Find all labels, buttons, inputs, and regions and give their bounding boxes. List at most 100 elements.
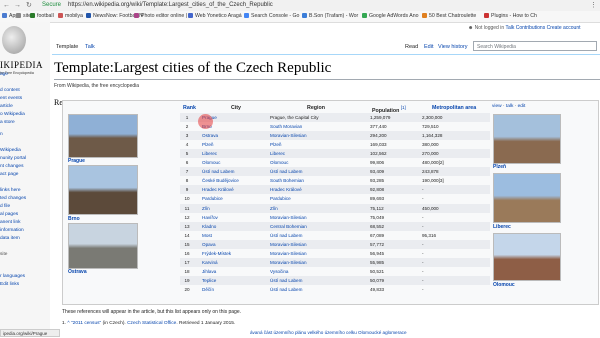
- cell-city-link[interactable]: Frýdek-Místek: [202, 249, 231, 258]
- cell-region[interactable]: South Bohemian: [270, 176, 304, 185]
- cell-region[interactable]: Ústí nad Labem: [270, 167, 302, 176]
- sidebar-link[interactable]: links here: [0, 188, 21, 193]
- sidebar-link[interactable]: nunity portal: [0, 156, 26, 161]
- sidebar-link[interactable]: ted changes: [0, 196, 26, 201]
- city-photo[interactable]: [68, 223, 138, 269]
- cell-region[interactable]: Olomouc: [270, 158, 288, 167]
- back-icon[interactable]: ←: [3, 0, 10, 11]
- cell-region[interactable]: Moravian-Silesian: [270, 240, 307, 249]
- sidebar-link[interactable]: ent events: [0, 96, 22, 101]
- cell-city-link[interactable]: Pardubice: [202, 194, 223, 203]
- tab-view-history[interactable]: View history: [438, 44, 468, 50]
- sidebar-link[interactable]: d file: [0, 204, 10, 209]
- bookmark-item[interactable]: B.Son (Trafam) - Wor: [302, 11, 358, 22]
- cell-city-link[interactable]: Jihlava: [202, 267, 216, 276]
- talk-link[interactable]: talk: [506, 104, 513, 109]
- sidebar-link[interactable]: nt changes: [0, 164, 23, 169]
- cell-city-link[interactable]: Plzeň: [202, 140, 214, 149]
- cell-city-link[interactable]: Ústí nad Labem: [202, 167, 234, 176]
- cell-city-link[interactable]: Most: [202, 231, 212, 240]
- cell-city-link[interactable]: Havířov: [202, 213, 218, 222]
- city-photo-caption[interactable]: Plzeň: [493, 164, 506, 170]
- cell-city-link[interactable]: Teplice: [202, 276, 216, 285]
- cell-region[interactable]: Moravian-Silesian: [270, 258, 307, 267]
- cell-city-link[interactable]: Zlín: [202, 204, 210, 213]
- create-account-link[interactable]: Create account: [547, 25, 581, 31]
- cell-city-link[interactable]: Karviná: [202, 258, 218, 267]
- cell-region[interactable]: Plzeň: [270, 140, 282, 149]
- cell-region[interactable]: Vysočina: [270, 267, 288, 276]
- cell-region[interactable]: Ústí nad Labem: [270, 231, 302, 240]
- bookmark-item[interactable]: Web Yonetico Aragá: [188, 11, 242, 22]
- personal-talk-link[interactable]: Talk: [505, 25, 514, 31]
- city-photo[interactable]: [493, 233, 561, 281]
- sidebar-link[interactable]: article: [0, 104, 13, 109]
- cell-region[interactable]: Zlín: [270, 204, 278, 213]
- reload-icon[interactable]: ↻: [26, 0, 32, 11]
- footnote-link[interactable]: ávaná část územního plánu velkého územní…: [250, 330, 407, 335]
- bookmark-item[interactable]: site: [16, 11, 31, 22]
- cell-city-link[interactable]: Liberec: [202, 149, 217, 158]
- search-input[interactable]: Search Wikipedia: [473, 41, 597, 51]
- sidebar-link[interactable]: act page: [0, 172, 18, 177]
- sidebar-link[interactable]: d content: [0, 88, 20, 93]
- city-photo[interactable]: [68, 165, 138, 215]
- sidebar-link[interactable]: Edit links: [0, 282, 19, 287]
- city-photo-caption[interactable]: Liberec: [493, 224, 511, 230]
- cell-city-link[interactable]: České Budějovice: [202, 176, 239, 185]
- cell-region[interactable]: Moravian-Silesian: [270, 131, 307, 140]
- sidebar-link[interactable]: Wikipedia: [0, 148, 21, 153]
- city-photo[interactable]: [493, 173, 561, 223]
- header-rank[interactable]: Rank: [183, 105, 196, 111]
- sidebar-link[interactable]: al pages: [0, 212, 18, 217]
- bookmark-item[interactable]: mobilya: [58, 11, 83, 22]
- bookmark-item[interactable]: football: [30, 11, 54, 22]
- city-photo-caption[interactable]: Ostrava: [68, 269, 87, 275]
- cell-region[interactable]: Central Bohemian: [270, 222, 307, 231]
- city-photo-caption[interactable]: Prague: [68, 158, 85, 164]
- ref-statistical-office-link[interactable]: Czech Statistical Office: [127, 321, 176, 326]
- bookmark-item[interactable]: Photo editor online |: [134, 11, 187, 22]
- cell-city-link[interactable]: Hradec Králové: [202, 185, 234, 194]
- wikipedia-logo[interactable]: IKIPEDIA he Free Encyclopedia: [0, 26, 50, 86]
- edit-link[interactable]: edit: [518, 104, 526, 109]
- tab-edit[interactable]: Edit: [424, 44, 433, 50]
- forward-icon[interactable]: →: [14, 0, 21, 11]
- sidebar-link[interactable]: n: [0, 132, 3, 137]
- bookmark-item[interactable]: Search Console - Go: [244, 11, 299, 22]
- sidebar-link[interactable]: r languages: [0, 274, 25, 279]
- ref-census-link[interactable]: "2011 census": [71, 321, 101, 326]
- cell-city-link[interactable]: Ostrava: [202, 131, 218, 140]
- menu-icon[interactable]: ⋮: [590, 0, 597, 11]
- tab-template[interactable]: Template: [56, 44, 78, 50]
- header-metro[interactable]: Metropolitan area: [432, 105, 476, 111]
- bookmark-item[interactable]: 50 Best Chatroulette: [422, 11, 476, 22]
- contributions-link[interactable]: Contributions: [516, 25, 545, 31]
- cell-region[interactable]: Moravian-Silesian: [270, 249, 307, 258]
- city-photo-caption[interactable]: Olomouc: [493, 282, 515, 288]
- cell-region[interactable]: Moravian-Silesian: [270, 213, 307, 222]
- bookmark-item[interactable]: Google AdWords Ano: [362, 11, 419, 22]
- cell-city-link[interactable]: Kladno: [202, 222, 216, 231]
- city-photo[interactable]: [493, 114, 561, 164]
- tab-talk[interactable]: Talk: [85, 44, 95, 50]
- url-field[interactable]: https://en.wikipedia.org/wiki/Template:L…: [68, 0, 273, 11]
- city-photo-caption[interactable]: Brno: [68, 216, 80, 222]
- population-ref[interactable]: [1]: [401, 105, 406, 110]
- city-photo[interactable]: [68, 114, 138, 158]
- cell-region[interactable]: Hradec Králové: [270, 185, 302, 194]
- bookmark-item[interactable]: Plugins - How to Ch: [484, 11, 537, 22]
- sidebar-link[interactable]: anent link: [0, 220, 21, 225]
- sidebar-link[interactable]: a store: [0, 120, 15, 125]
- cell-city-link[interactable]: Olomouc: [202, 158, 220, 167]
- cell-region[interactable]: Ústí nad Labem: [270, 276, 302, 285]
- sidebar-link[interactable]: information: [0, 228, 24, 233]
- tab-read[interactable]: Read: [405, 44, 418, 50]
- cell-region[interactable]: Liberec: [270, 149, 285, 158]
- cell-city-link[interactable]: Děčín: [202, 285, 214, 294]
- cell-region[interactable]: Ústí nad Labem: [270, 285, 302, 294]
- ref-backlink[interactable]: ^: [67, 321, 69, 326]
- sidebar-link[interactable]: data item: [0, 236, 20, 241]
- cell-city-link[interactable]: Opava: [202, 240, 216, 249]
- sidebar-link[interactable]: age: [0, 72, 8, 77]
